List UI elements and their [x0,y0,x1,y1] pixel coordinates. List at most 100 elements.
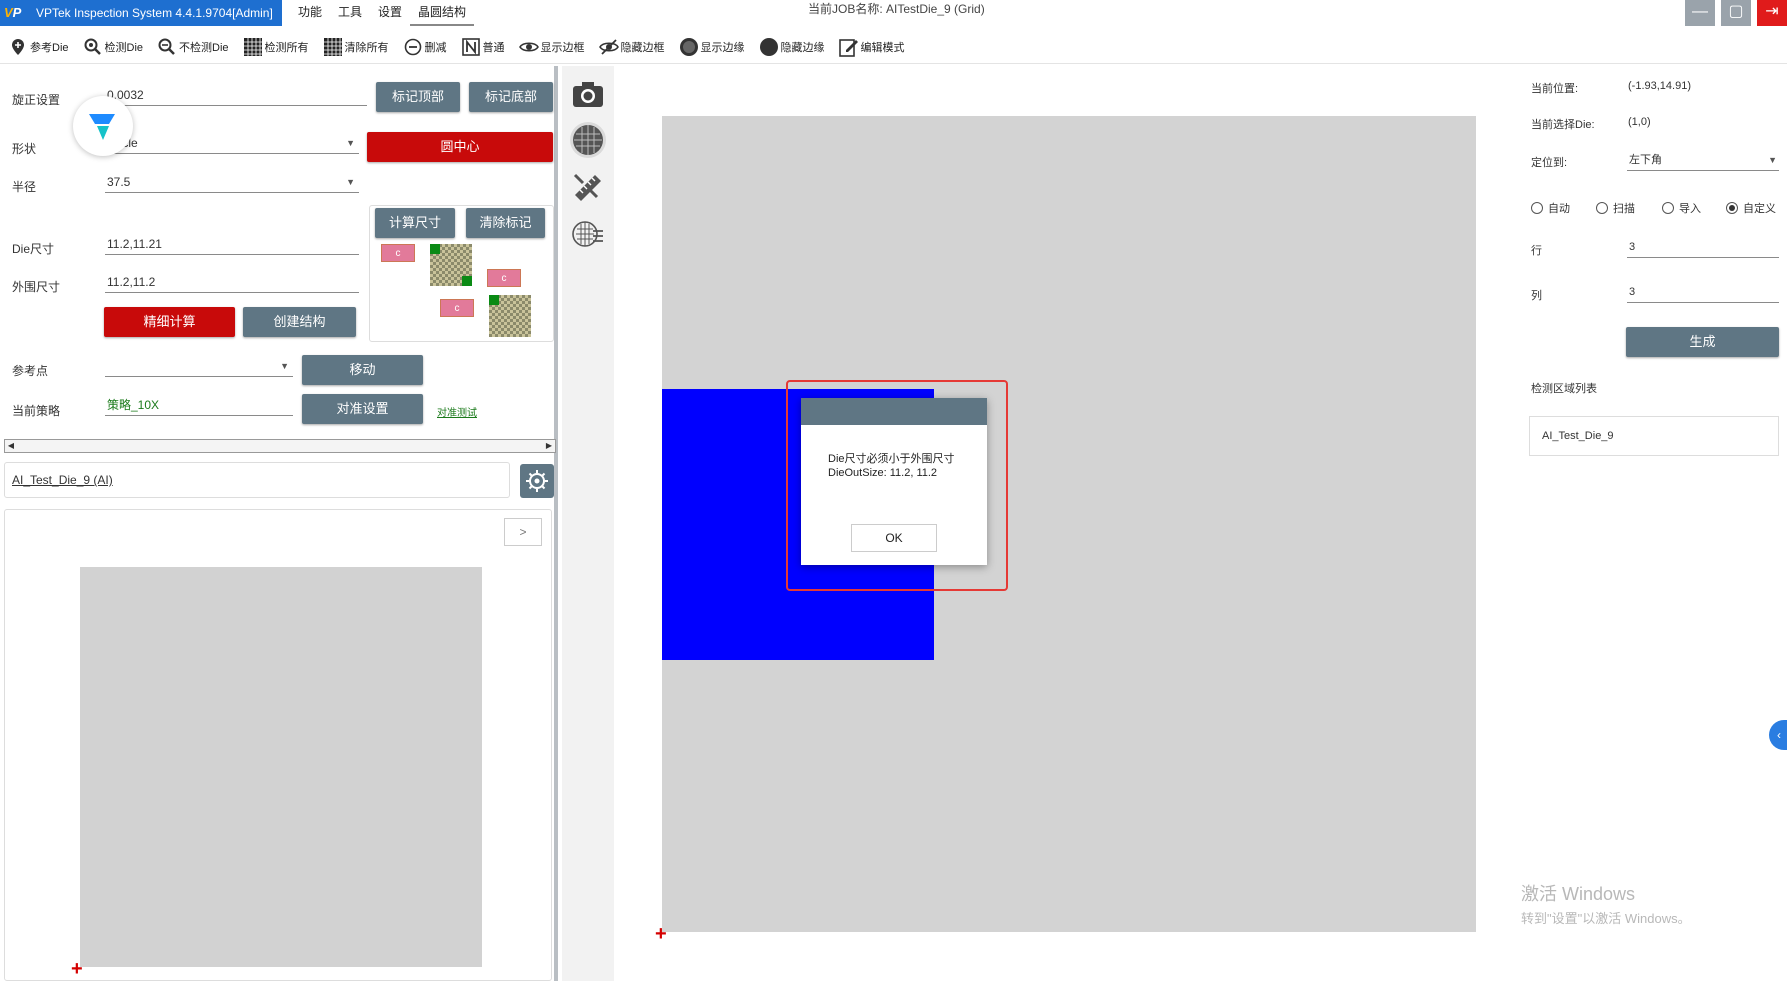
dialog-header [801,398,987,425]
view-tool-strip [562,66,614,981]
radio-custom[interactable]: 自定义 [1726,200,1776,216]
strategy-label: 当前策略 [12,404,61,418]
watermark-line1: 激活 Windows [1521,884,1636,904]
shape-label: 形状 [12,142,37,156]
fine-calc-button[interactable]: 精细计算 [104,307,235,337]
pin-icon [8,37,28,57]
cols-field[interactable]: 3 [1627,281,1779,303]
rotation-field[interactable]: 0.0032 [105,84,367,106]
tool-label: 检测Die [104,41,144,54]
horizontal-scrollbar[interactable]: ◀ ▶ [4,439,556,453]
chevron-down-icon: ▼ [346,138,355,148]
title-bar: VP VPTek Inspection System 4.4.1.9704[Ad… [0,0,1787,26]
tool-show-frame[interactable]: 显示边框 [518,37,585,57]
minimize-button[interactable]: — [1685,0,1715,26]
wafer-list-icon[interactable] [570,216,606,252]
scroll-right-icon[interactable]: ▶ [543,440,555,452]
eye-off-icon [598,37,619,57]
tool-label: 编辑模式 [860,41,905,54]
app-title-text: VPTek Inspection System 4.4.1.9704[Admin… [36,6,273,20]
locate-select[interactable]: 左下角 ▼ [1627,149,1779,171]
preview-next-button[interactable]: > [504,518,542,546]
generate-button[interactable]: 生成 [1626,327,1779,357]
radio-scan[interactable]: 扫描 [1596,200,1635,216]
tool-reference-die[interactable]: 参考Die [8,37,69,57]
die-corner-marker [462,276,472,286]
chevron-down-icon: ▼ [346,177,355,187]
cols-label: 列 [1531,290,1542,302]
tool-label: 显示边框 [540,41,585,54]
tool-label: 隐藏边框 [620,41,665,54]
outer-size-field[interactable]: 11.2,11.2 [105,271,359,293]
menu-tools[interactable]: 工具 [330,0,370,26]
tool-normal[interactable]: 普通 [461,37,505,57]
die-size-field[interactable]: 11.2,11.21 [105,233,359,255]
die-preview-panel: > + [4,509,552,981]
camera-icon[interactable] [570,76,606,112]
ruler-icon[interactable] [570,170,606,206]
locate-label: 定位到: [1531,157,1568,169]
maximize-button[interactable]: ▢ [1721,0,1751,26]
minus-circle-icon [403,37,423,57]
tool-edit-mode[interactable]: 编辑模式 [838,37,905,57]
corner-marker: c [440,299,474,317]
radius-select[interactable]: 37.5 ▼ [105,171,359,193]
toolbar: 参考Die 检测Die 不检测Die 检测所有 清除所有 删减 普通 显示边框 … [0,30,1787,64]
circle-center-button[interactable]: 圆中心 [367,132,553,162]
tool-label: 普通 [482,41,505,54]
menu-settings[interactable]: 设置 [370,0,410,26]
assistant-logo-icon[interactable] [73,96,133,156]
tool-label: 隐藏边缘 [780,41,825,54]
refresh-gear-icon [526,470,548,492]
radio-label: 自动 [1548,203,1570,215]
wafer-map-icon[interactable] [570,122,606,158]
move-button[interactable]: 移动 [302,355,423,385]
radio-dot [1726,202,1738,214]
tool-trim[interactable]: 删减 [403,37,447,57]
scroll-left-icon[interactable]: ◀ [5,440,17,452]
tool-clear-all[interactable]: 清除所有 [323,37,389,57]
dialog-ok-button[interactable]: OK [851,524,937,552]
die-corner-marker [489,295,499,305]
mark-top-button[interactable]: 标记顶部 [376,82,460,112]
rotation-label: 旋正设置 [12,93,61,107]
area-list-label: 检测区域列表 [1531,383,1597,395]
mark-bottom-button[interactable]: 标记底部 [469,82,553,112]
tool-inspect-die[interactable]: 检测Die [83,37,144,57]
tool-hide-frame[interactable]: 隐藏边框 [598,37,665,57]
tool-label: 清除所有 [344,41,389,54]
tool-skip-die[interactable]: 不检测Die [157,37,229,57]
corner-marker: c [487,269,521,287]
n-box-icon [461,37,481,57]
exit-button[interactable]: ⇥ [1757,0,1787,26]
menu-wafer-structure[interactable]: 晶圆结构 [410,0,475,26]
die-size-diagram: c c c [369,205,554,342]
radio-import[interactable]: 导入 [1662,200,1701,216]
align-test-link[interactable]: 对准测试 [437,404,477,419]
tool-hide-edge[interactable]: 隐藏边缘 [759,37,825,57]
strategy-field[interactable]: 策略_10X [105,394,293,416]
radio-label: 自定义 [1743,203,1776,215]
job-list-item[interactable]: AI_Test_Die_9 (AI) [4,462,510,498]
shape-select[interactable]: Circle ▼ [105,132,359,154]
right-panel: 当前位置: (-1.93,14.91) 当前选择Die: (1,0) 定位到: … [1514,66,1787,981]
area-list-item[interactable]: AI_Test_Die_9 [1529,416,1779,456]
rows-field[interactable]: 3 [1627,236,1779,258]
circle-filled-icon [759,37,779,57]
ref-point-select[interactable]: ▼ [105,355,293,377]
align-settings-button[interactable]: 对准设置 [302,394,423,424]
error-dialog: Die尺寸必须小于外围尺寸 DieOutSize: 11.2, 11.2 OK [801,398,987,565]
die-corner-marker [430,244,440,254]
locate-value: 左下角 [1629,154,1662,166]
die-preview-image [80,567,482,967]
create-structure-button[interactable]: 创建结构 [243,307,356,337]
dialog-message-line2: DieOutSize: 11.2, 11.2 [828,467,938,479]
tool-show-edge[interactable]: 显示边缘 [679,37,745,57]
radio-auto[interactable]: 自动 [1531,200,1570,216]
refresh-button[interactable] [520,464,554,498]
outer-size-label: 外围尺寸 [12,280,61,294]
current-die-value: (1,0) [1628,116,1651,128]
tool-inspect-all[interactable]: 检测所有 [243,37,309,57]
menu-functions[interactable]: 功能 [290,0,330,26]
radio-label: 扫描 [1613,203,1635,215]
